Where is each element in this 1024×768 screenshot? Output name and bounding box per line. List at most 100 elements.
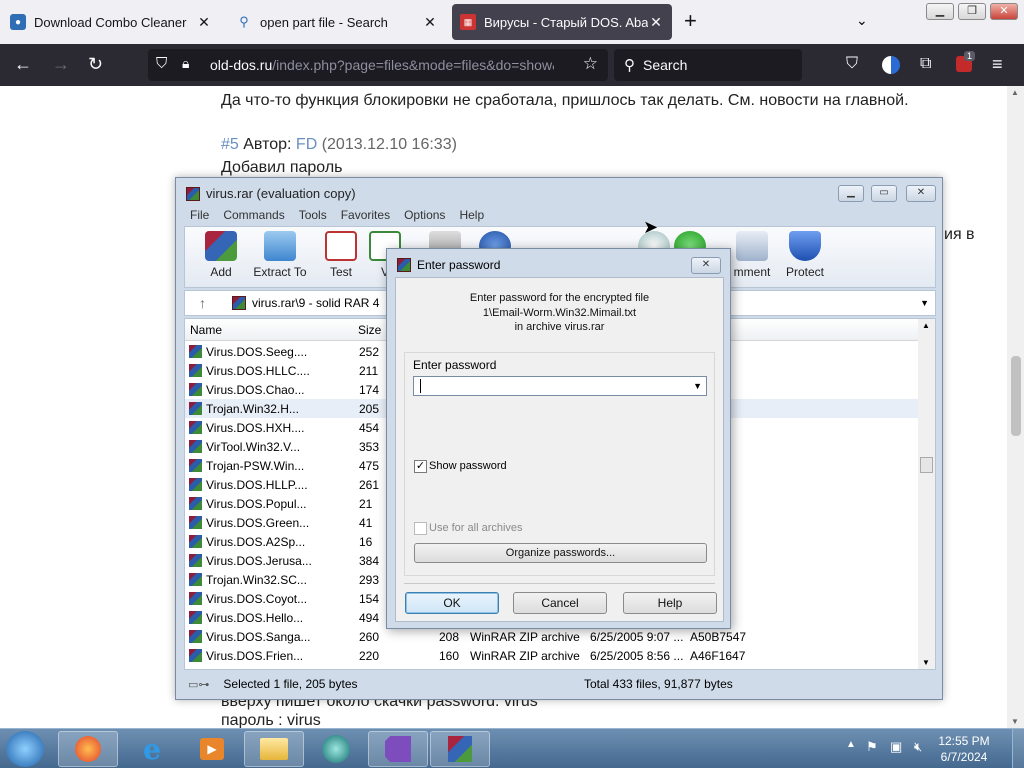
taskbar-firefox[interactable] [58,731,118,767]
minimize-window-button[interactable]: ▁ [926,3,954,20]
page-scrollbar[interactable]: ▲ ▼ [1007,86,1024,728]
search-placeholder: Search [643,57,688,73]
cancel-button[interactable]: Cancel [513,592,607,614]
toolbar-label: mment [733,265,771,279]
test-button[interactable]: Test [311,231,371,279]
file-name: Virus.DOS.Chao... [206,383,305,397]
page-scroll-thumb[interactable] [1011,356,1021,436]
text-cursor [420,379,421,393]
taskbar-visual-studio[interactable] [368,731,428,767]
ok-button[interactable]: OK [405,592,499,614]
status-bar: ▭⊶ Selected 1 file, 205 bytes Total 433 … [184,673,936,695]
dropdown-arrow-icon[interactable]: ▼ [693,381,702,391]
show-password-checkbox[interactable]: ✓ [414,460,427,473]
menu-file[interactable]: File [190,208,209,222]
extract-to-button[interactable]: Extract To [247,231,313,279]
search-bar[interactable]: ⚲ Search [614,49,802,81]
list-all-tabs-chevron-icon[interactable]: ⌄ [856,12,868,29]
taskbar-internet-explorer[interactable]: e [122,731,182,767]
protect-button[interactable]: Protect [775,231,835,279]
close-tab-icon[interactable]: ✕ [422,14,438,31]
add-button[interactable]: Add [191,231,251,279]
winrar-close-button[interactable]: ✕ [906,185,936,202]
menu-tools[interactable]: Tools [299,208,327,222]
taskbar-app-teal[interactable] [306,731,366,767]
author-link[interactable]: FD [296,136,317,153]
file-name: Virus.DOS.HXH.... [206,421,305,435]
show-desktop-button[interactable] [1012,729,1024,768]
file-archive-icon [189,364,202,377]
file-archive-icon [189,497,202,510]
pocket-icon[interactable]: ⛉ [846,53,858,75]
start-button-icon[interactable] [6,731,44,767]
menu-help[interactable]: Help [459,208,484,222]
table-row[interactable]: Virus.DOS.Sanga... 260 208 WinRAR ZIP archi… [185,627,920,646]
dialog-close-button[interactable]: ✕ [691,257,721,274]
path-dropdown-icon[interactable]: ▼ [920,298,929,308]
volume-muted-icon[interactable]: 🔇︎ [914,739,922,755]
scroll-down-icon[interactable]: ▼ [1011,717,1019,726]
file-size: 174 [359,383,380,397]
tab-open-part-file-search[interactable]: ⚲ open part file - Search ✕ [228,4,446,40]
new-tab-button[interactable]: + [684,10,697,32]
taskbar-media-player[interactable]: ▶ [182,731,242,767]
menu-favorites[interactable]: Favorites [341,208,390,222]
file-name: Trojan-PSW.Win... [206,459,305,473]
tab-download-combo-cleaner[interactable]: ● Download Combo Cleaner ✕ [2,4,220,40]
password-input[interactable]: ▼ [413,376,707,396]
visual-studio-icon [385,736,411,762]
column-size[interactable]: Size [358,323,381,337]
close-tab-icon[interactable]: ✕ [196,14,212,31]
tab-label: open part file - Search [260,14,388,30]
taskbar-explorer[interactable] [244,731,304,767]
back-arrow-icon[interactable]: ← [14,53,32,75]
scroll-up-icon[interactable]: ▲ [1011,88,1019,97]
reload-icon[interactable]: ↻ [88,53,103,75]
show-hidden-icons-icon[interactable]: ▲ [846,739,856,750]
scroll-thumb[interactable] [920,457,933,473]
use-for-all-label[interactable]: Use for all archives [429,522,523,534]
taskbar-winrar[interactable] [430,731,490,767]
file-size: 353 [359,440,380,454]
file-list-scrollbar[interactable]: ▲ ▼ [918,319,935,669]
organize-passwords-button[interactable]: Organize passwords... [414,543,707,563]
scroll-up-icon[interactable]: ▲ [922,321,930,330]
file-size: 154 [359,592,380,606]
bookmark-star-icon[interactable]: ☆ [583,54,598,74]
column-name[interactable]: Name [190,323,222,337]
dark-reader-icon[interactable] [882,56,900,74]
flag-icon[interactable]: ⚑ [866,739,878,755]
help-button[interactable]: Help [623,592,717,614]
address-bar[interactable]: ⛉ 🔒︎ old-dos.ru/index.php?page=files&mod… [148,49,608,81]
post-date: (2013.12.10 16:33) [321,136,457,153]
file-archive-icon [189,592,202,605]
close-tab-icon[interactable]: ✕ [648,14,664,31]
use-for-all-archives-checkbox[interactable] [414,522,427,535]
dialog-titlebar: Enter password [397,258,500,272]
file-crc: A46F1647 [690,649,746,663]
shield-icon[interactable]: ⛉ [156,55,167,72]
status-total: Total 433 files, 91,877 bytes [584,677,733,691]
tab-old-dos-viruses[interactable]: ▦ Вирусы - Старый DOS. Aband ✕ [452,4,672,40]
post-number-link[interactable]: #5 [221,136,239,153]
lock-icon[interactable]: 🔒︎ [182,55,189,72]
test-clipboard-icon [325,231,357,261]
url-text[interactable]: old-dos.ru/index.php?page=files&mode=fil… [210,57,554,73]
show-password-label[interactable]: Show password [429,460,507,472]
forward-arrow-icon[interactable]: → [52,53,70,75]
extensions-puzzle-icon[interactable]: ⧉ [920,53,931,75]
menu-options[interactable]: Options [404,208,445,222]
winrar-minimize-button[interactable]: ▁ [838,185,864,202]
restore-window-button[interactable]: ❐ [958,3,986,20]
table-row[interactable]: Virus.DOS.Frien... 220 160 WinRAR ZIP archi… [185,646,920,665]
comment-text: Добавил пароль [221,159,343,176]
archive-path: virus.rar\9 - solid RAR 4 [252,296,380,310]
up-arrow-icon[interactable]: ↑ [199,295,206,311]
hamburger-menu-icon[interactable]: ≡ [992,53,1003,75]
winrar-maximize-button[interactable]: ▭ [871,185,897,202]
system-clock[interactable]: 12:55 PM 6/7/2024 [936,733,992,765]
menu-commands[interactable]: Commands [223,208,284,222]
display-icon[interactable]: ▣ [890,739,902,755]
scroll-down-icon[interactable]: ▼ [922,658,930,667]
close-window-button[interactable]: ✕ [990,3,1018,20]
